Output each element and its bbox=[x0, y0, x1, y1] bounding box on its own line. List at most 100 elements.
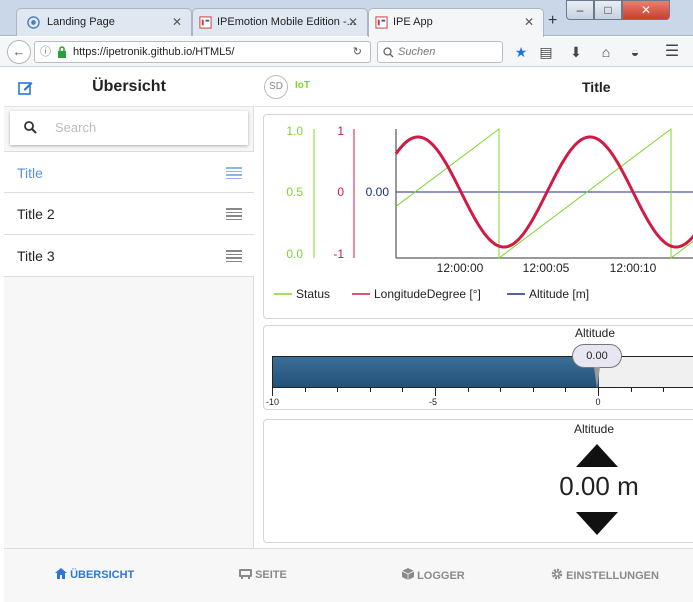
bottom-nav-uebersicht[interactable]: ÜBERSICHT bbox=[55, 568, 134, 581]
x-tick-label: 12:00:00 bbox=[437, 261, 484, 275]
tab-landing-page[interactable]: Landing Page ✕ bbox=[16, 8, 192, 36]
sidebar-item-label: Title bbox=[17, 165, 43, 181]
tab-label: IPE App bbox=[393, 16, 433, 28]
info-icon[interactable]: ⓘ bbox=[40, 42, 51, 62]
close-tab-icon[interactable]: ✕ bbox=[348, 9, 358, 35]
bottom-nav-seite[interactable]: SEITE bbox=[239, 568, 287, 581]
chart-card: 1.0 0.5 0.0 1 0 -1 0.00 12:00:00 12:00:0… bbox=[263, 114, 693, 319]
bottom-nav-label: LOGGER bbox=[417, 570, 465, 582]
browser-nav-bar: ← ⓘ https://ipetronik.github.io/HTML5/ ↻… bbox=[0, 37, 693, 67]
sidebar-item-label: Title 3 bbox=[17, 248, 55, 264]
browser-tab-bar: Landing Page ✕ IPEmotion Mobile Edition … bbox=[0, 0, 693, 37]
gauge-tick-mark bbox=[272, 388, 273, 396]
gauge-tick-mark bbox=[435, 388, 436, 396]
close-tab-icon[interactable]: ✕ bbox=[524, 9, 534, 35]
drag-handle-icon[interactable] bbox=[226, 208, 242, 220]
gauge-tick-mark bbox=[369, 388, 371, 392]
bottom-nav-einstellungen[interactable]: EINSTELLUNGEN bbox=[551, 568, 659, 582]
search-placeholder: Suchen bbox=[398, 46, 436, 58]
dashboard-icon bbox=[239, 569, 252, 579]
app-container: Übersicht Search Title Title 2 Title 3 S… bbox=[4, 67, 693, 602]
increase-arrow-icon[interactable] bbox=[576, 444, 618, 467]
home-icon[interactable]: ⌂ bbox=[596, 42, 616, 62]
gauge-fill bbox=[273, 357, 599, 387]
bottom-nav-label: ÜBERSICHT bbox=[70, 569, 135, 581]
gauge-title: Altitude bbox=[575, 326, 616, 340]
gauge-tick-mark bbox=[402, 388, 404, 392]
lock-icon bbox=[58, 46, 66, 58]
back-arrow-icon[interactable]: ← bbox=[7, 40, 31, 64]
altitude-tick-label: 0.00 bbox=[366, 185, 390, 199]
gauge-tick-mark bbox=[565, 388, 567, 392]
reload-icon[interactable]: ↻ bbox=[353, 42, 362, 62]
sidebar-search-input[interactable]: Search bbox=[10, 111, 248, 145]
bookmarks-list-icon[interactable]: ▤ bbox=[536, 42, 556, 62]
display-value: 0.00 m bbox=[559, 471, 639, 501]
search-placeholder: Search bbox=[55, 120, 97, 135]
menu-icon[interactable]: ☰ bbox=[662, 42, 682, 62]
display-title: Altitude bbox=[574, 422, 615, 436]
globe-icon bbox=[27, 16, 40, 29]
close-tab-icon[interactable]: ✕ bbox=[172, 9, 182, 35]
gauge-tick-mark bbox=[532, 388, 534, 392]
linear-gauge-card: Altitude -10 -5 0 0.00 bbox=[263, 325, 693, 410]
maximize-button[interactable]: □ bbox=[594, 0, 622, 20]
sidebar-header: Übersicht bbox=[4, 67, 254, 107]
legend-altitude-label: Altitude [m] bbox=[529, 287, 589, 301]
gauge-tick-mark bbox=[467, 388, 469, 392]
ipe-logo-icon bbox=[199, 16, 212, 29]
search-icon bbox=[383, 47, 394, 58]
gauge-tick-mark bbox=[630, 388, 632, 392]
sidebar-item-title-2[interactable]: Title 2 bbox=[4, 193, 254, 235]
sidebar-item-label: Title 2 bbox=[17, 206, 55, 222]
gauge-tick-label: -5 bbox=[428, 397, 437, 407]
drag-handle-icon[interactable] bbox=[226, 167, 242, 179]
legend-longitude-label: LongitudeDegree [°] bbox=[374, 287, 481, 301]
tab-ipe-app[interactable]: IPE App ✕ bbox=[368, 8, 544, 37]
gauge-tick-label: 0 bbox=[595, 397, 601, 407]
x-tick-label: 12:00:05 bbox=[523, 261, 570, 275]
gauge-tick-mark bbox=[598, 388, 599, 396]
drag-handle-icon[interactable] bbox=[226, 250, 242, 262]
longitude-tick-label: -1 bbox=[333, 247, 344, 261]
bottom-nav-label: SEITE bbox=[255, 569, 287, 581]
sidebar-item-title-3[interactable]: Title 3 bbox=[4, 235, 254, 277]
gauge-ticks bbox=[272, 388, 693, 396]
bottom-nav-label: EINSTELLUNGEN bbox=[566, 570, 659, 582]
bookmark-star-icon[interactable]: ★ bbox=[511, 42, 531, 62]
gauge-tick-mark bbox=[500, 388, 502, 392]
close-window-button[interactable]: ✕ bbox=[622, 0, 670, 20]
longitude-tick-label: 1 bbox=[337, 124, 344, 138]
iot-label: IoT bbox=[295, 80, 310, 91]
gauge-tick-mark bbox=[304, 388, 306, 392]
download-icon[interactable]: ⬇ bbox=[566, 42, 586, 62]
gauge-tick-mark bbox=[337, 388, 339, 392]
sidebar: Übersicht Search Title Title 2 Title 3 bbox=[4, 67, 254, 548]
gauge-tick-mark bbox=[663, 388, 665, 392]
status-tick-label: 1.0 bbox=[286, 124, 303, 138]
gauge-tick-label: -10 bbox=[265, 397, 279, 407]
gear-icon bbox=[551, 568, 563, 580]
ipe-logo-icon bbox=[375, 16, 388, 29]
new-tab-button[interactable]: + bbox=[548, 12, 557, 30]
decrease-arrow-icon[interactable] bbox=[576, 512, 618, 535]
browser-search-input[interactable]: Suchen bbox=[377, 41, 503, 63]
minimize-button[interactable]: – bbox=[566, 0, 594, 20]
page-title: Title bbox=[582, 79, 611, 95]
url-bar[interactable]: ⓘ https://ipetronik.github.io/HTML5/ ↻ bbox=[34, 41, 371, 63]
line-chart: 1.0 0.5 0.0 1 0 -1 0.00 12:00:00 12:00:0… bbox=[274, 124, 693, 301]
tab-label: IPEmotion Mobile Edition -... bbox=[217, 16, 356, 28]
longitude-tick-label: 0 bbox=[337, 185, 344, 199]
legend-status-label: Status bbox=[296, 287, 330, 301]
sd-logo: SD bbox=[264, 75, 288, 99]
bottom-nav-logger[interactable]: LOGGER bbox=[401, 568, 465, 582]
bottom-navigation: ÜBERSICHT SEITE LOGGER EINSTELLUNGEN bbox=[4, 548, 693, 602]
pocket-icon[interactable]: ◒ bbox=[625, 42, 645, 62]
status-tick-label: 0.5 bbox=[286, 185, 303, 199]
gauge-pointer-icon bbox=[594, 367, 600, 389]
sidebar-item-title[interactable]: Title bbox=[4, 151, 254, 193]
status-series-line bbox=[395, 127, 693, 259]
gauge-value-bubble: 0.00 bbox=[572, 344, 622, 368]
status-tick-label: 0.0 bbox=[286, 247, 303, 261]
tab-ipemotion[interactable]: IPEmotion Mobile Edition -... ✕ bbox=[192, 8, 368, 36]
